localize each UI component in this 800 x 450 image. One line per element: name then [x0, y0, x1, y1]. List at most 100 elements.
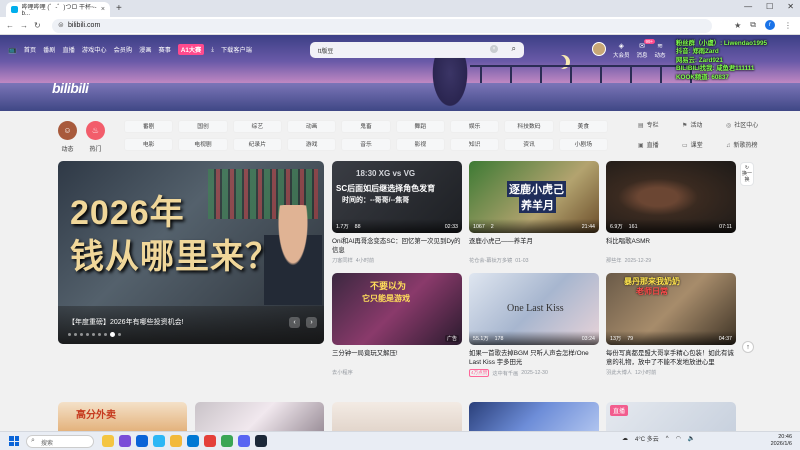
- video-thumbnail[interactable]: 6.9万 161 07:11: [606, 161, 736, 233]
- network-icon[interactable]: ◠: [676, 435, 681, 442]
- forward-icon[interactable]: →: [20, 21, 28, 30]
- volume-icon[interactable]: 🔈: [688, 435, 695, 442]
- carousel-caption[interactable]: 【年度重磅】2026年有哪些投资机会!: [68, 317, 184, 327]
- carousel-dot[interactable]: [98, 333, 101, 336]
- nav-anime[interactable]: 番剧: [43, 45, 55, 54]
- uploader[interactable]: 刀客同样: [332, 257, 353, 264]
- channel-pill[interactable]: 科技数码: [504, 120, 554, 133]
- steam-icon[interactable]: [255, 435, 267, 447]
- carousel-dot[interactable]: [92, 333, 95, 336]
- chrome-icon[interactable]: [204, 435, 216, 447]
- channel-pill[interactable]: 资讯: [504, 138, 554, 151]
- video-card[interactable]: 6.9万 161 07:11 科比唱歌ASMR 那些年 2025-12-29: [606, 161, 736, 264]
- refresh-feed-button[interactable]: ↻ 换一换: [740, 162, 754, 186]
- carousel-next-button[interactable]: ›: [306, 317, 317, 328]
- messages-link[interactable]: ✉ 消息 99+: [637, 39, 656, 59]
- community-link[interactable]: ◎ 社区中心: [726, 120, 778, 133]
- clock[interactable]: 20:46 2026/1/6: [771, 434, 792, 448]
- carousel-dot[interactable]: [118, 333, 121, 336]
- music-chart-link[interactable]: ♫ 新歌热榜: [726, 140, 778, 153]
- maximize-icon[interactable]: ☐: [766, 2, 773, 11]
- profile-avatar[interactable]: r: [765, 20, 775, 30]
- store-icon[interactable]: [187, 435, 199, 447]
- video-card[interactable]: 不要以为 它只能是游戏 广告 三分钟一局竟玩又解压! 去小程序: [332, 273, 462, 376]
- reload-icon[interactable]: ↻: [34, 21, 41, 30]
- nav-home[interactable]: 首页: [24, 45, 36, 54]
- user-avatar[interactable]: [592, 42, 606, 56]
- nav-manga[interactable]: 漫画: [139, 45, 151, 54]
- channel-pill[interactable]: 番剧: [124, 120, 174, 133]
- uploader[interactable]: 那些年: [606, 257, 622, 264]
- close-window-icon[interactable]: ✕: [787, 2, 794, 11]
- nav-game-center[interactable]: 游戏中心: [82, 45, 107, 54]
- carousel-dot[interactable]: [86, 333, 89, 336]
- nav-event[interactable]: A1大赛: [177, 44, 205, 55]
- video-card[interactable]: One Last Kiss 55.1万 178 03:24 如果一首歌去掉BGM 只…: [469, 273, 599, 377]
- video-card-partial[interactable]: [469, 402, 599, 432]
- live-card-partial[interactable]: 直播: [606, 402, 736, 432]
- clear-search-icon[interactable]: ×: [490, 45, 498, 53]
- channel-pill[interactable]: 电影: [124, 138, 174, 151]
- task-view-icon[interactable]: [136, 435, 148, 447]
- channel-pill[interactable]: 国创: [178, 120, 228, 133]
- carousel-dot[interactable]: [68, 333, 71, 336]
- browser-tab-active[interactable]: 哔哩哔哩 (゜-゜)つロ 干杯~-b... ×: [6, 2, 110, 17]
- video-title[interactable]: 科比唱歌ASMR: [606, 237, 736, 255]
- channel-pill[interactable]: 美食: [558, 120, 608, 133]
- nav-esports[interactable]: 赛事: [159, 45, 171, 54]
- carousel-dot[interactable]: [104, 333, 107, 336]
- video-card[interactable]: 逐鹿小虎己 养羊月 1067 2 21:44 逐鹿小虎己——养羊月 花仓会-幕钛万多…: [469, 161, 599, 264]
- widgets-icon[interactable]: [102, 435, 114, 447]
- dynamic-entry[interactable]: ☺ 动态: [58, 121, 77, 153]
- uploader[interactable]: 去小程序: [332, 369, 353, 376]
- nav-download-client[interactable]: 下载客户端: [221, 45, 252, 54]
- uploader[interactable]: 羽此大博人: [606, 369, 632, 376]
- dynamics-link[interactable]: ≋ 动态: [655, 42, 666, 59]
- carousel-prev-button[interactable]: ‹: [289, 317, 300, 328]
- vip-link[interactable]: ◈ 大会员: [613, 42, 630, 59]
- video-card-partial[interactable]: 高分外卖: [58, 402, 187, 432]
- channel-pill[interactable]: 舞蹈: [395, 120, 445, 133]
- video-thumbnail[interactable]: 暴丹那来我奶奶 老师日常 13万 79 04:37: [606, 273, 736, 345]
- video-card[interactable]: 18:30 XG vs VG SC后面如后继选择角色发育 时间的：--哥哥/--…: [332, 161, 462, 264]
- bilibili-logo[interactable]: bilibili: [52, 80, 89, 96]
- video-thumbnail[interactable]: 18:30 XG vs VG SC后面如后继选择角色发育 时间的：--哥哥/--…: [332, 161, 462, 233]
- back-to-top-button[interactable]: ↑: [742, 341, 754, 353]
- app-icon[interactable]: [119, 435, 131, 447]
- channel-pill[interactable]: 娱乐: [449, 120, 500, 133]
- channel-pill[interactable]: 知识: [449, 138, 500, 151]
- channel-pill[interactable]: 游戏: [286, 138, 337, 151]
- video-thumbnail[interactable]: 不要以为 它只能是游戏 广告: [332, 273, 462, 345]
- windows-start-icon[interactable]: [9, 436, 19, 446]
- video-title[interactable]: 三分钟一局竟玩又解压!: [332, 349, 462, 367]
- video-title[interactable]: 逐鹿小虎己——养羊月: [469, 237, 599, 255]
- carousel-dot[interactable]: [74, 333, 77, 336]
- channel-pill[interactable]: 电视剧: [178, 138, 228, 151]
- course-link[interactable]: ▭ 课堂: [682, 140, 724, 153]
- app-icon[interactable]: [221, 435, 233, 447]
- live-link[interactable]: ▣ 直播: [638, 140, 680, 153]
- channel-pill[interactable]: 动画: [286, 120, 337, 133]
- channel-pill[interactable]: 影视: [395, 138, 445, 151]
- video-thumbnail[interactable]: One Last Kiss 55.1万 178 03:24: [469, 273, 599, 345]
- taskbar-search[interactable]: ⌕ 搜索: [26, 435, 94, 448]
- video-thumbnail[interactable]: 逐鹿小虎己 养羊月 1067 2 21:44: [469, 161, 599, 233]
- site-info-icon[interactable]: ⊜: [58, 21, 64, 29]
- bookmark-star-icon[interactable]: ★: [734, 21, 741, 30]
- app-icon[interactable]: [238, 435, 250, 447]
- file-explorer-icon[interactable]: [170, 435, 182, 447]
- video-card-partial[interactable]: [195, 402, 324, 432]
- channel-pill[interactable]: 综艺: [232, 120, 282, 133]
- minimize-icon[interactable]: —: [744, 2, 752, 11]
- uploader[interactable]: 花仓会-幕钛万多镜: [469, 257, 512, 264]
- new-tab-button[interactable]: +: [116, 3, 122, 14]
- carousel-dot-active[interactable]: [110, 332, 115, 337]
- url-field[interactable]: ⊜ bilibili.com: [52, 19, 712, 33]
- close-tab-icon[interactable]: ×: [101, 6, 105, 13]
- back-icon[interactable]: ←: [6, 21, 14, 30]
- uploader[interactable]: 这中有千画: [492, 370, 518, 377]
- video-card-partial[interactable]: [332, 402, 462, 432]
- search-icon[interactable]: ⌕: [512, 44, 516, 54]
- video-title[interactable]: 每份写真都是盟大哥享手精心包装！如此有诚意的礼物，放中了不能不发地放进心里: [606, 349, 736, 367]
- hot-entry[interactable]: ♨ 热门: [86, 121, 105, 153]
